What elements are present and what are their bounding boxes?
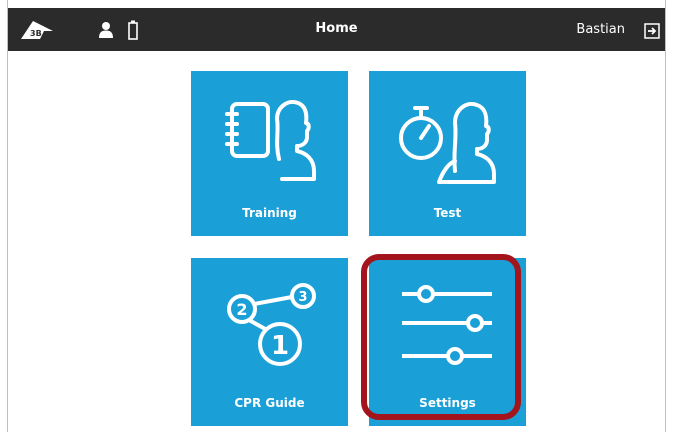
steps-123-icon: 2 3 1 xyxy=(227,283,316,366)
window-border-right xyxy=(665,0,666,432)
top-bar: 3B Home Bastian xyxy=(8,8,665,51)
username-label: Bastian xyxy=(576,22,625,37)
cpr-guide-tile[interactable]: 2 3 1 CPR Guide xyxy=(191,258,348,426)
page-title: Home xyxy=(315,21,358,36)
training-tile[interactable]: Training xyxy=(191,71,348,236)
svg-text:3: 3 xyxy=(298,290,307,305)
app-window: 3B Home Bastian Training Test 2 3 1 CPR … xyxy=(0,0,673,432)
tile-label-cpr-guide: CPR Guide xyxy=(234,396,305,410)
svg-text:1: 1 xyxy=(271,331,289,361)
tile-label-training: Training xyxy=(242,206,297,220)
notebook-head-icon xyxy=(225,100,316,181)
svg-text:2: 2 xyxy=(236,300,247,319)
logout-icon[interactable] xyxy=(644,23,660,39)
tile-label-test: Test xyxy=(433,206,462,220)
settings-highlight-annotation xyxy=(361,254,521,420)
test-tile[interactable]: Test xyxy=(369,71,526,236)
window-border-left xyxy=(7,0,8,432)
stopwatch-head-icon xyxy=(399,102,496,184)
